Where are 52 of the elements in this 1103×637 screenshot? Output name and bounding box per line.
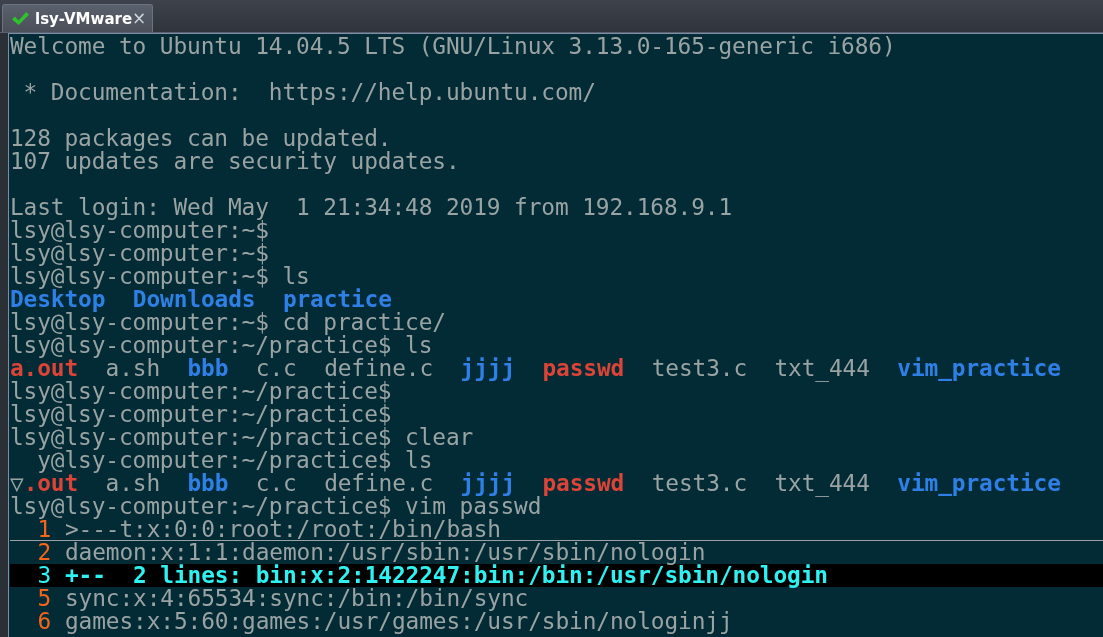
line-number: 2 — [36, 541, 52, 564]
file-name: c.c — [255, 472, 297, 495]
file-name: a.out — [10, 357, 79, 380]
terminal-line: lsy@lsy-computer:~/practice$ clear — [10, 426, 474, 449]
file-name: a.sh — [105, 357, 161, 380]
marker-glyph: ▽ — [10, 472, 24, 495]
terminal-line: * Documentation: https://help.ubuntu.com/ — [22, 81, 596, 104]
terminal-line: Welcome to Ubuntu 14.04.5 LTS (GNU/Linux 3.13.0-165-generic i686) — [10, 35, 896, 58]
file-name: practice — [282, 288, 392, 311]
file-name: passwd — [542, 357, 625, 380]
terminal-line: y@lsy-computer:~/practice$ ls — [37, 449, 433, 472]
file-name: define.c — [324, 357, 434, 380]
terminal-line: lsy@lsy-computer:~$ — [10, 219, 269, 242]
line-number: 5 — [36, 587, 52, 610]
close-icon[interactable]: × — [132, 10, 147, 27]
line-number: 3 — [36, 564, 52, 587]
file-line: >---t:x:0:0:root:/root:/bin/bash — [64, 518, 501, 540]
file-line: daemon:x:1:1:daemon:/usr/sbin:/usr/sbin/nologin — [64, 541, 706, 564]
terminal-line: 107 updates are security updates. — [10, 150, 460, 173]
file-name: Desktop — [10, 288, 106, 311]
fold-line: +-- 2 lines: bin:x:2:1422247:bin:/bin:/usr/sbin/nologin — [64, 564, 828, 587]
file-name: passwd — [542, 472, 625, 495]
file-name: a.sh — [105, 472, 161, 495]
file-name: Downloads — [132, 288, 256, 311]
file-name: jjjj — [460, 472, 516, 495]
terminal-line: lsy@lsy-computer:~/practice$ — [10, 403, 392, 426]
terminal-line: 128 packages can be updated. — [10, 127, 392, 150]
file-name: c.c — [255, 357, 297, 380]
terminal-line: lsy@lsy-computer:~$ — [10, 242, 269, 265]
terminal-line: lsy@lsy-computer:~$ cd practice/ — [10, 311, 446, 334]
file-name: define.c — [324, 472, 434, 495]
file-name: vim_practice — [897, 472, 1061, 495]
file-line: games:x:5:60:games:/usr/games:/usr/sbin/nologinjj — [64, 610, 733, 633]
file-name: vim_practice — [897, 357, 1061, 380]
check-icon — [11, 10, 30, 27]
file-name: bbb — [187, 472, 229, 495]
line-number: 1 — [37, 518, 52, 540]
file-name: txt_444 — [774, 357, 870, 380]
file-name: .out — [23, 472, 79, 495]
file-name: test3.c — [651, 357, 748, 380]
file-name: jjjj — [460, 357, 516, 380]
file-name: bbb — [187, 357, 229, 380]
terminal-line: lsy@lsy-computer:~/practice$ vim passwd — [10, 495, 542, 518]
file-name: test3.c — [651, 472, 748, 495]
file-line: sync:x:4:65534:sync:/bin:/bin/sync — [64, 587, 529, 610]
terminal-line: Last login: Wed May 1 21:34:48 2019 from 192.168.9.1 — [10, 196, 733, 219]
tab-title: lsy-VMware — [35, 9, 133, 28]
line-number: 6 — [36, 610, 52, 633]
terminal-line: lsy@lsy-computer:~$ ls — [10, 265, 310, 288]
terminal-line: lsy@lsy-computer:~/practice$ — [10, 380, 392, 403]
file-name: txt_444 — [774, 472, 870, 495]
terminal-tab[interactable]: lsy-VMware× — [2, 4, 153, 32]
